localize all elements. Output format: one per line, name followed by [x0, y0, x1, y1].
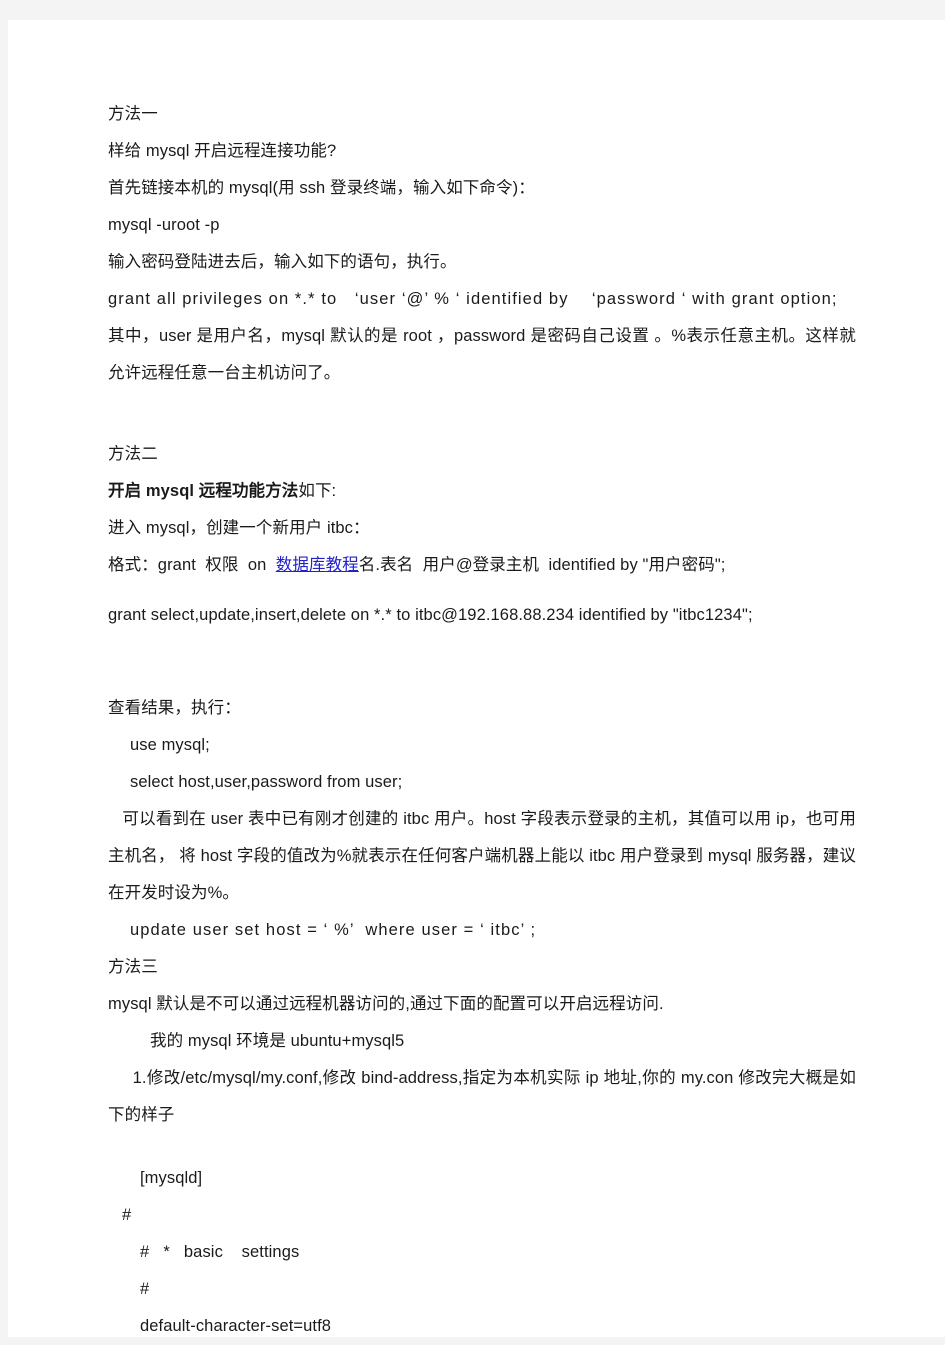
config-comment-basic-settings: # * basic settings — [140, 1243, 300, 1261]
format-prefix-text: 格式：grant 权限 on — [108, 556, 276, 574]
line-after-password: 输入密码登陆进去后，输入如下的语句，执行。 — [108, 253, 457, 271]
config-hash-bottom: # — [140, 1280, 150, 1298]
line-default-no-remote: mysql 默认是不可以通过远程机器访问的,通过下面的配置可以开启远程访问. — [108, 995, 664, 1013]
line-view-result: 查看结果，执行： — [108, 699, 241, 717]
line-mysql-environment: 我的 mysql 环境是 ubuntu+mysql5 — [150, 1032, 405, 1050]
paragraph-indent — [108, 1069, 133, 1087]
method-two-heading: 方法二 — [108, 445, 158, 463]
subheading-bold-text: 开启 mysql 远程功能方法 — [108, 482, 299, 500]
line-enter-mysql: 进入 mysql，创建一个新用户 itbc： — [108, 519, 370, 537]
paragraph-explain-host-field: 可以看到在 user 表中已有刚才创建的 itbc 用户。host 字段表示登录… — [108, 801, 856, 912]
database-tutorial-link[interactable]: 数据库教程 — [276, 556, 359, 574]
paragraph-indent — [108, 810, 122, 828]
config-section-mysqld: [mysqld] — [140, 1169, 203, 1187]
subheading-enable-remote: 开启 mysql 远程功能方法如下: — [108, 473, 856, 510]
command-select-host: select host,user,password from user; — [130, 773, 403, 791]
paragraph-text: 1.修改/etc/mysql/my.conf,修改 bind-address,指… — [108, 1069, 856, 1124]
config-default-character-set: default-character-set=utf8 — [140, 1317, 332, 1335]
method-one-heading: 方法一 — [108, 105, 158, 123]
paragraph-explain-grant: 其中，user 是用户名，mysql 默认的是 root ，password 是… — [108, 327, 856, 382]
command-grant-all-privileges: grant all privileges on *.* to ‘user ‘@’… — [108, 290, 838, 308]
line-grant-format: 格式：grant 权限 on 数据库教程名.表名 用户@登录主机 identif… — [108, 547, 856, 584]
config-hash-top: # — [122, 1206, 132, 1224]
line-connect-local: 首先链接本机的 mysql(用 ssh 登录终端，输入如下命令)： — [108, 179, 535, 197]
paragraph-step-one-edit-conf: 1.修改/etc/mysql/my.conf,修改 bind-address,指… — [108, 1060, 856, 1134]
document-page: 方法一 样给 mysql 开启远程连接功能? 首先链接本机的 mysql(用 s… — [8, 20, 945, 1337]
paragraph-text: 可以看到在 user 表中已有刚才创建的 itbc 用户。host 字段表示登录… — [108, 810, 856, 902]
document-content: 方法一 样给 mysql 开启远程连接功能? 首先链接本机的 mysql(用 s… — [108, 96, 856, 1345]
command-use-mysql: use mysql; — [130, 736, 210, 754]
command-grant-select: grant select,update,insert,delete on *.*… — [108, 606, 753, 624]
subheading-tail-text: 如下: — [298, 482, 337, 500]
command-mysql-uroot: mysql -uroot -p — [108, 216, 220, 234]
format-suffix-text: 名.表名 用户@登录主机 identified by "用户密码"; — [358, 556, 726, 574]
method-three-heading: 方法三 — [108, 958, 158, 976]
line-how-to-open: 样给 mysql 开启远程连接功能? — [108, 142, 337, 160]
command-update-user-host: update user set host = ‘ %’ where user =… — [130, 921, 537, 939]
